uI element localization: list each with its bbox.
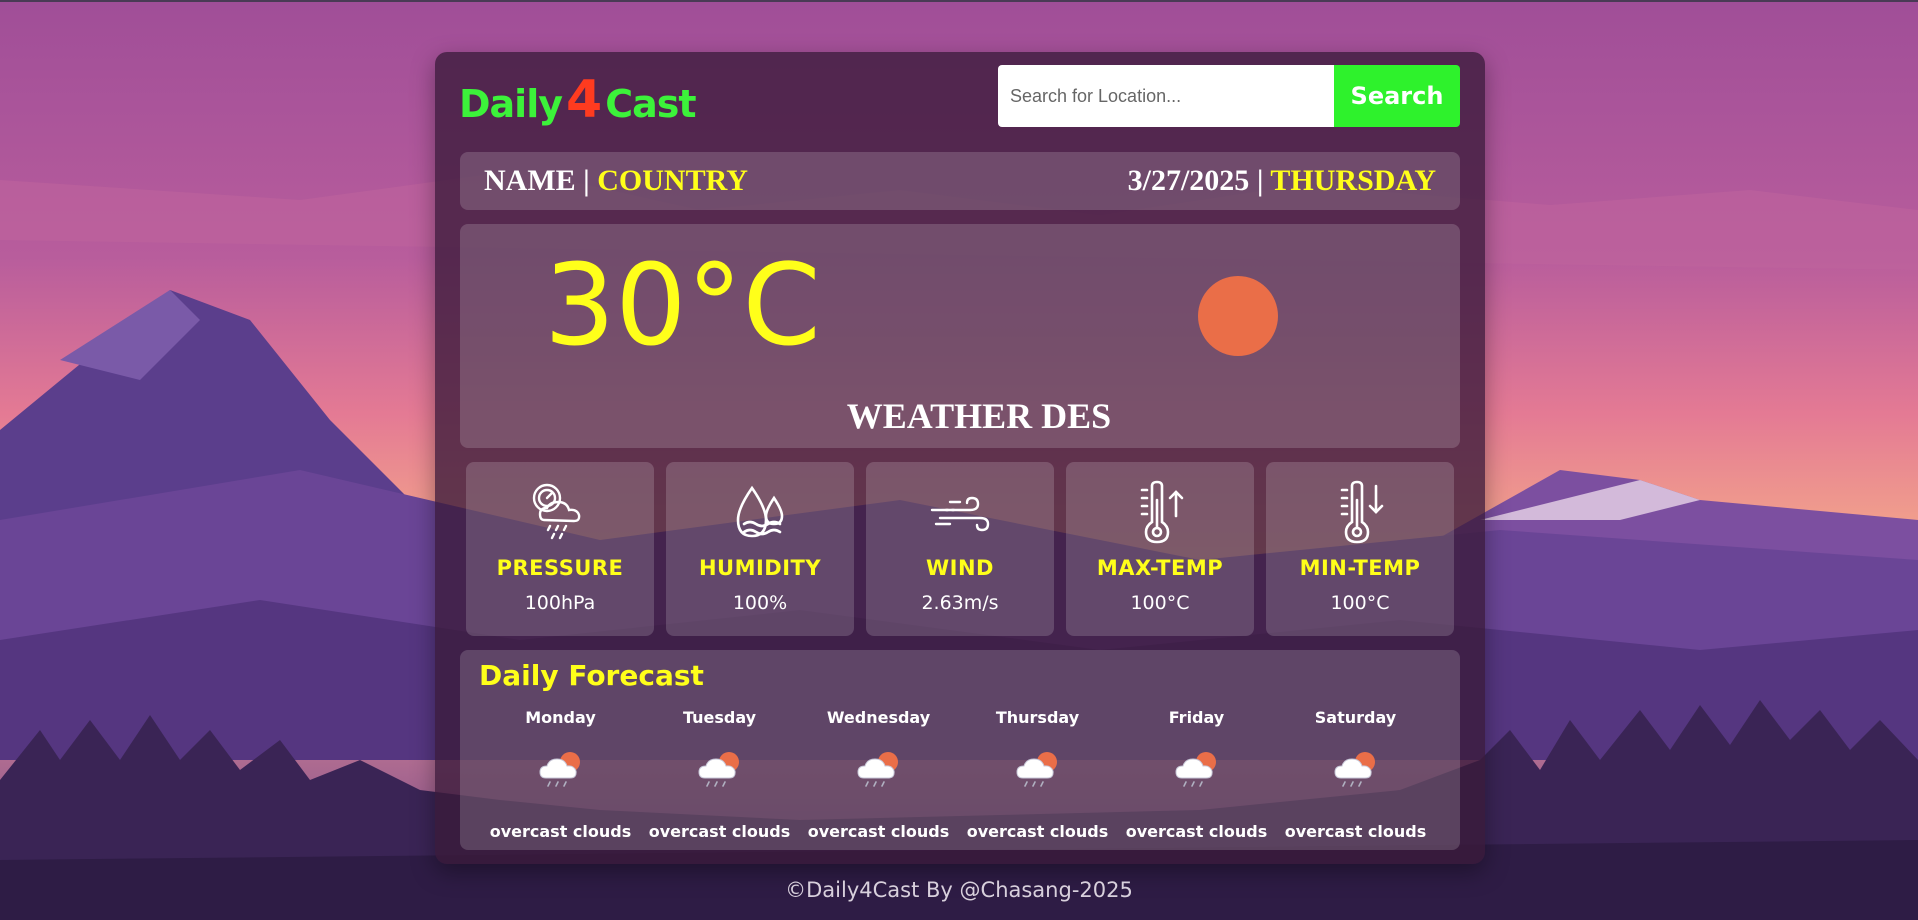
forecast-condition: overcast clouds (1125, 822, 1268, 841)
weather-card: Daily4Cast Search NAME | COUNTRY 3/27/20… (435, 52, 1485, 864)
stat-label: MAX-TEMP (1096, 556, 1224, 580)
current-weekday: THURSDAY (1270, 164, 1436, 197)
min-temp-icon (1340, 480, 1384, 544)
forecast-condition: overcast clouds (648, 822, 791, 841)
daily-forecast-panel: Daily Forecast Monday overcast clouds Tu… (460, 650, 1460, 850)
location-name-country: NAME | COUNTRY (484, 152, 748, 210)
forecast-day-name: Tuesday (682, 708, 757, 727)
date-weekday: 3/27/2025 | THURSDAY (1128, 152, 1436, 210)
current-weather-panel: 30°C WEATHER DES (460, 224, 1460, 448)
location-bar: NAME | COUNTRY 3/27/2025 | THURSDAY (460, 152, 1460, 210)
forecast-day: Tuesday overcast clouds (640, 708, 799, 841)
wind-icon (930, 496, 990, 532)
location-name: NAME (484, 164, 576, 197)
cloud-rain-sun-icon (856, 752, 898, 787)
search-bar: Search (998, 65, 1460, 127)
pressure-icon (532, 483, 581, 540)
logo-text-daily: Daily (459, 82, 563, 126)
forecast-title: Daily Forecast (479, 659, 704, 692)
stat-value: 100hPa (524, 592, 596, 614)
current-temperature: 30°C (544, 241, 821, 371)
max-temp-icon (1140, 480, 1184, 544)
app-logo: Daily4 Cast (459, 70, 697, 130)
cloud-rain-sun-icon (538, 752, 580, 787)
forecast-day: Saturday overcast clouds (1276, 708, 1435, 841)
logo-text-cast: Cast (605, 82, 696, 126)
forecast-condition: overcast clouds (1284, 822, 1427, 841)
search-input[interactable] (998, 65, 1334, 127)
stat-value: 100% (732, 592, 788, 614)
forecast-condition: overcast clouds (489, 822, 632, 841)
stat-max-temp: MAX-TEMP 100°C (1066, 462, 1254, 636)
search-button[interactable]: Search (1334, 65, 1460, 127)
current-date: 3/27/2025 (1127, 164, 1250, 197)
forecast-day: Thursday overcast clouds (958, 708, 1117, 841)
stat-value: 2.63m/s (921, 592, 999, 614)
humidity-icon (736, 485, 784, 538)
stat-wind: WIND 2.63m/s (866, 462, 1054, 636)
cloud-rain-sun-icon (1015, 752, 1057, 787)
forecast-day: Monday overcast clouds (481, 708, 640, 841)
cloud-rain-sun-icon (1333, 752, 1375, 787)
sun-icon (1198, 276, 1278, 356)
top-border-line (0, 0, 1918, 2)
stat-value: 100°C (1130, 592, 1190, 614)
stat-min-temp: MIN-TEMP 100°C (1266, 462, 1454, 636)
stat-humidity: HUMIDITY 100% (666, 462, 854, 636)
cloud-rain-sun-icon (697, 752, 739, 787)
forecast-day-name: Friday (1168, 708, 1225, 727)
stat-value: 100°C (1330, 592, 1390, 614)
forecast-condition: overcast clouds (966, 822, 1109, 841)
forecast-day: Wednesday overcast clouds (799, 708, 958, 841)
cloud-rain-sun-icon (1174, 752, 1216, 787)
forecast-day-name: Saturday (1314, 708, 1397, 727)
stat-label: MIN-TEMP (1299, 556, 1421, 580)
stat-label: HUMIDITY (698, 556, 822, 580)
footer-copyright: ©Daily4Cast By @Chasang-2025 (785, 878, 1133, 902)
location-separator: | (583, 164, 590, 197)
forecast-day-name: Monday (525, 708, 596, 727)
date-separator: | (1256, 164, 1264, 197)
location-country: COUNTRY (597, 164, 748, 197)
stat-label: PRESSURE (496, 556, 624, 580)
logo-text-four: 4 (566, 70, 602, 130)
forecast-day-name: Wednesday (826, 708, 931, 727)
forecast-day-name: Thursday (995, 708, 1080, 727)
forecast-day: Friday overcast clouds (1117, 708, 1276, 841)
weather-description: WEATHER DES (846, 396, 1112, 436)
forecast-condition: overcast clouds (807, 822, 950, 841)
stat-pressure: PRESSURE 100hPa (466, 462, 654, 636)
stat-label: WIND (926, 556, 994, 580)
